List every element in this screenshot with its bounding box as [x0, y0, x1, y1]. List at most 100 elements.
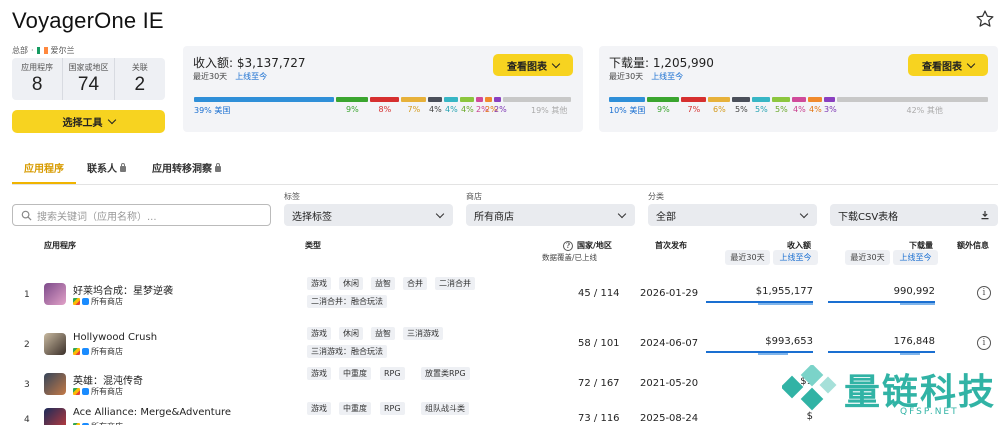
downloads-last-30-days[interactable]: 最近30天: [609, 71, 643, 82]
genre-tag[interactable]: 三消游戏: [403, 327, 443, 340]
col-header-countries-sub: 数据覆盖/已上线: [542, 253, 598, 262]
download-csv-label: 下载CSV表格: [838, 211, 899, 223]
col-header-type: 类型: [305, 241, 321, 250]
downloads-since-launch[interactable]: 上线至今: [651, 71, 683, 82]
app-name[interactable]: Ace Alliance: Merge&Adventure: [73, 407, 231, 418]
downloads-share-bar: [609, 97, 989, 102]
tab-contacts[interactable]: 联系人: [87, 160, 126, 175]
app-icon[interactable]: [44, 373, 66, 395]
downloads-since-launch-toggle[interactable]: 上线至今: [893, 250, 938, 265]
share-label: 5%: [775, 105, 788, 114]
row-rank: 1: [24, 290, 30, 300]
table-row[interactable]: 1 好莱坞合成：星梦逆袭 所有商店 游戏 休闲 益智 合并 二消合并 二消合并：融合玩法 45 /…: [0, 272, 1000, 312]
app-icon[interactable]: [44, 283, 66, 305]
favorite-star-icon[interactable]: [975, 9, 995, 29]
revenue-since-launch-toggle[interactable]: 上线至今: [773, 250, 818, 265]
tab-bar: 应用程序 联系人 应用转移洞察: [12, 155, 998, 185]
genre-tag[interactable]: 中重度: [339, 367, 371, 380]
platform-label: 所有商店: [91, 297, 123, 306]
app-icon[interactable]: [44, 333, 66, 355]
google-play-icon: [73, 298, 80, 305]
tag-filter-label: 标签: [284, 192, 300, 201]
revenue-last-30-days-toggle[interactable]: 最近30天: [725, 250, 770, 265]
revenue-share-bar: [194, 97, 574, 102]
share-segment: [609, 97, 645, 102]
breadcrumb-hq[interactable]: 总部: [12, 45, 28, 56]
genre-tag[interactable]: 休闲: [339, 277, 363, 290]
revenue-value[interactable]: $1,955,177: [712, 286, 813, 297]
info-icon[interactable]: i: [977, 286, 991, 300]
genre-tag[interactable]: 益智: [371, 277, 395, 290]
category-filter-label: 分类: [648, 192, 664, 201]
share-label: 4%: [793, 105, 806, 114]
google-play-icon: [73, 388, 80, 395]
genre-tag[interactable]: 益智: [371, 327, 395, 340]
share-label: 8%: [378, 105, 392, 114]
row-rank: 2: [24, 340, 30, 350]
genre-tag[interactable]: 三消游戏：融合玩法: [307, 345, 387, 358]
revenue-view-chart-button[interactable]: 查看图表: [493, 54, 573, 76]
genre-tag[interactable]: 游戏: [307, 327, 331, 340]
share-segment: [772, 97, 790, 102]
select-tool-button[interactable]: 选择工具: [12, 110, 165, 133]
app-icon[interactable]: [44, 408, 66, 425]
row-rank: 3: [24, 380, 30, 390]
downloads-bar-recent: [900, 303, 935, 305]
genre-tag[interactable]: 组队战斗类: [421, 402, 469, 415]
app-name[interactable]: 好莱坞合成：星梦逆袭: [73, 282, 173, 297]
share-label: 4%: [445, 105, 458, 114]
revenue-title: 收入额: $3,137,727: [193, 56, 306, 70]
genre-tag[interactable]: 游戏: [307, 367, 331, 380]
genre-tag[interactable]: 游戏: [307, 277, 331, 290]
genre-tag[interactable]: RPG: [380, 367, 405, 380]
help-icon[interactable]: ?: [563, 240, 573, 251]
share-segment: [792, 97, 806, 102]
downloads-value[interactable]: 990,992: [830, 286, 935, 297]
stat-links[interactable]: 关联 2: [113, 58, 165, 100]
revenue-value[interactable]: $993,653: [712, 336, 813, 347]
store-select[interactable]: 所有商店: [466, 204, 635, 226]
tag-select[interactable]: 选择标签: [284, 204, 453, 226]
col-header-app: 应用程序: [44, 241, 76, 250]
country-count: 58 / 101: [578, 338, 620, 349]
genre-tag[interactable]: 二消合并：融合玩法: [307, 295, 387, 308]
revenue-since-launch[interactable]: 上线至今: [235, 71, 267, 82]
share-label: 10% 美国: [609, 106, 646, 115]
stat-countries[interactable]: 国家或地区 74: [62, 58, 113, 100]
revenue-last-30-days[interactable]: 最近30天: [193, 71, 227, 82]
genre-tag[interactable]: 游戏: [307, 402, 331, 415]
app-name[interactable]: Hollywood Crush: [73, 332, 157, 343]
genre-tag[interactable]: RPG: [380, 402, 405, 415]
watermark-url: QFSP.NET: [900, 407, 959, 417]
genre-tag[interactable]: 放置类RPG: [421, 367, 470, 380]
search-icon: [21, 210, 32, 221]
chevron-down-icon: [107, 115, 116, 125]
downloads-value[interactable]: 176,848: [830, 336, 935, 347]
select-tool-label: 选择工具: [62, 118, 103, 129]
chevron-down-icon: [551, 59, 561, 68]
downloads-last-30-days-toggle[interactable]: 最近30天: [845, 250, 890, 265]
download-csv-button[interactable]: 下载CSV表格: [830, 204, 998, 226]
stat-label: 国家或地区: [68, 63, 109, 72]
genre-tag[interactable]: 休闲: [339, 327, 363, 340]
share-label: 4%: [429, 105, 442, 114]
info-icon[interactable]: i: [977, 336, 991, 350]
share-segment: [444, 97, 458, 102]
search-input[interactable]: 搜索关键词（应用名称）...: [12, 204, 271, 226]
google-play-icon: [73, 348, 80, 355]
stat-apps[interactable]: 应用程序 8: [12, 58, 62, 100]
share-segment: [485, 97, 492, 102]
share-segment: [732, 97, 750, 102]
platform-label: 所有商店: [91, 347, 123, 356]
genre-tag[interactable]: 二消合并: [435, 277, 475, 290]
col-header-countries[interactable]: ? 国家/地区: [563, 240, 612, 251]
tab-app-transfer-insights[interactable]: 应用转移洞察: [152, 160, 221, 175]
app-name[interactable]: 英雄：混沌传奇: [73, 372, 143, 387]
genre-tag[interactable]: 合并: [403, 277, 427, 290]
downloads-view-chart-button[interactable]: 查看图表: [908, 54, 988, 76]
tab-apps[interactable]: 应用程序: [24, 160, 64, 175]
genre-tag[interactable]: 中重度: [339, 402, 371, 415]
share-segment: [476, 97, 483, 102]
category-select[interactable]: 全部: [648, 204, 817, 226]
col-header-countries-label: 国家/地区: [577, 241, 612, 250]
